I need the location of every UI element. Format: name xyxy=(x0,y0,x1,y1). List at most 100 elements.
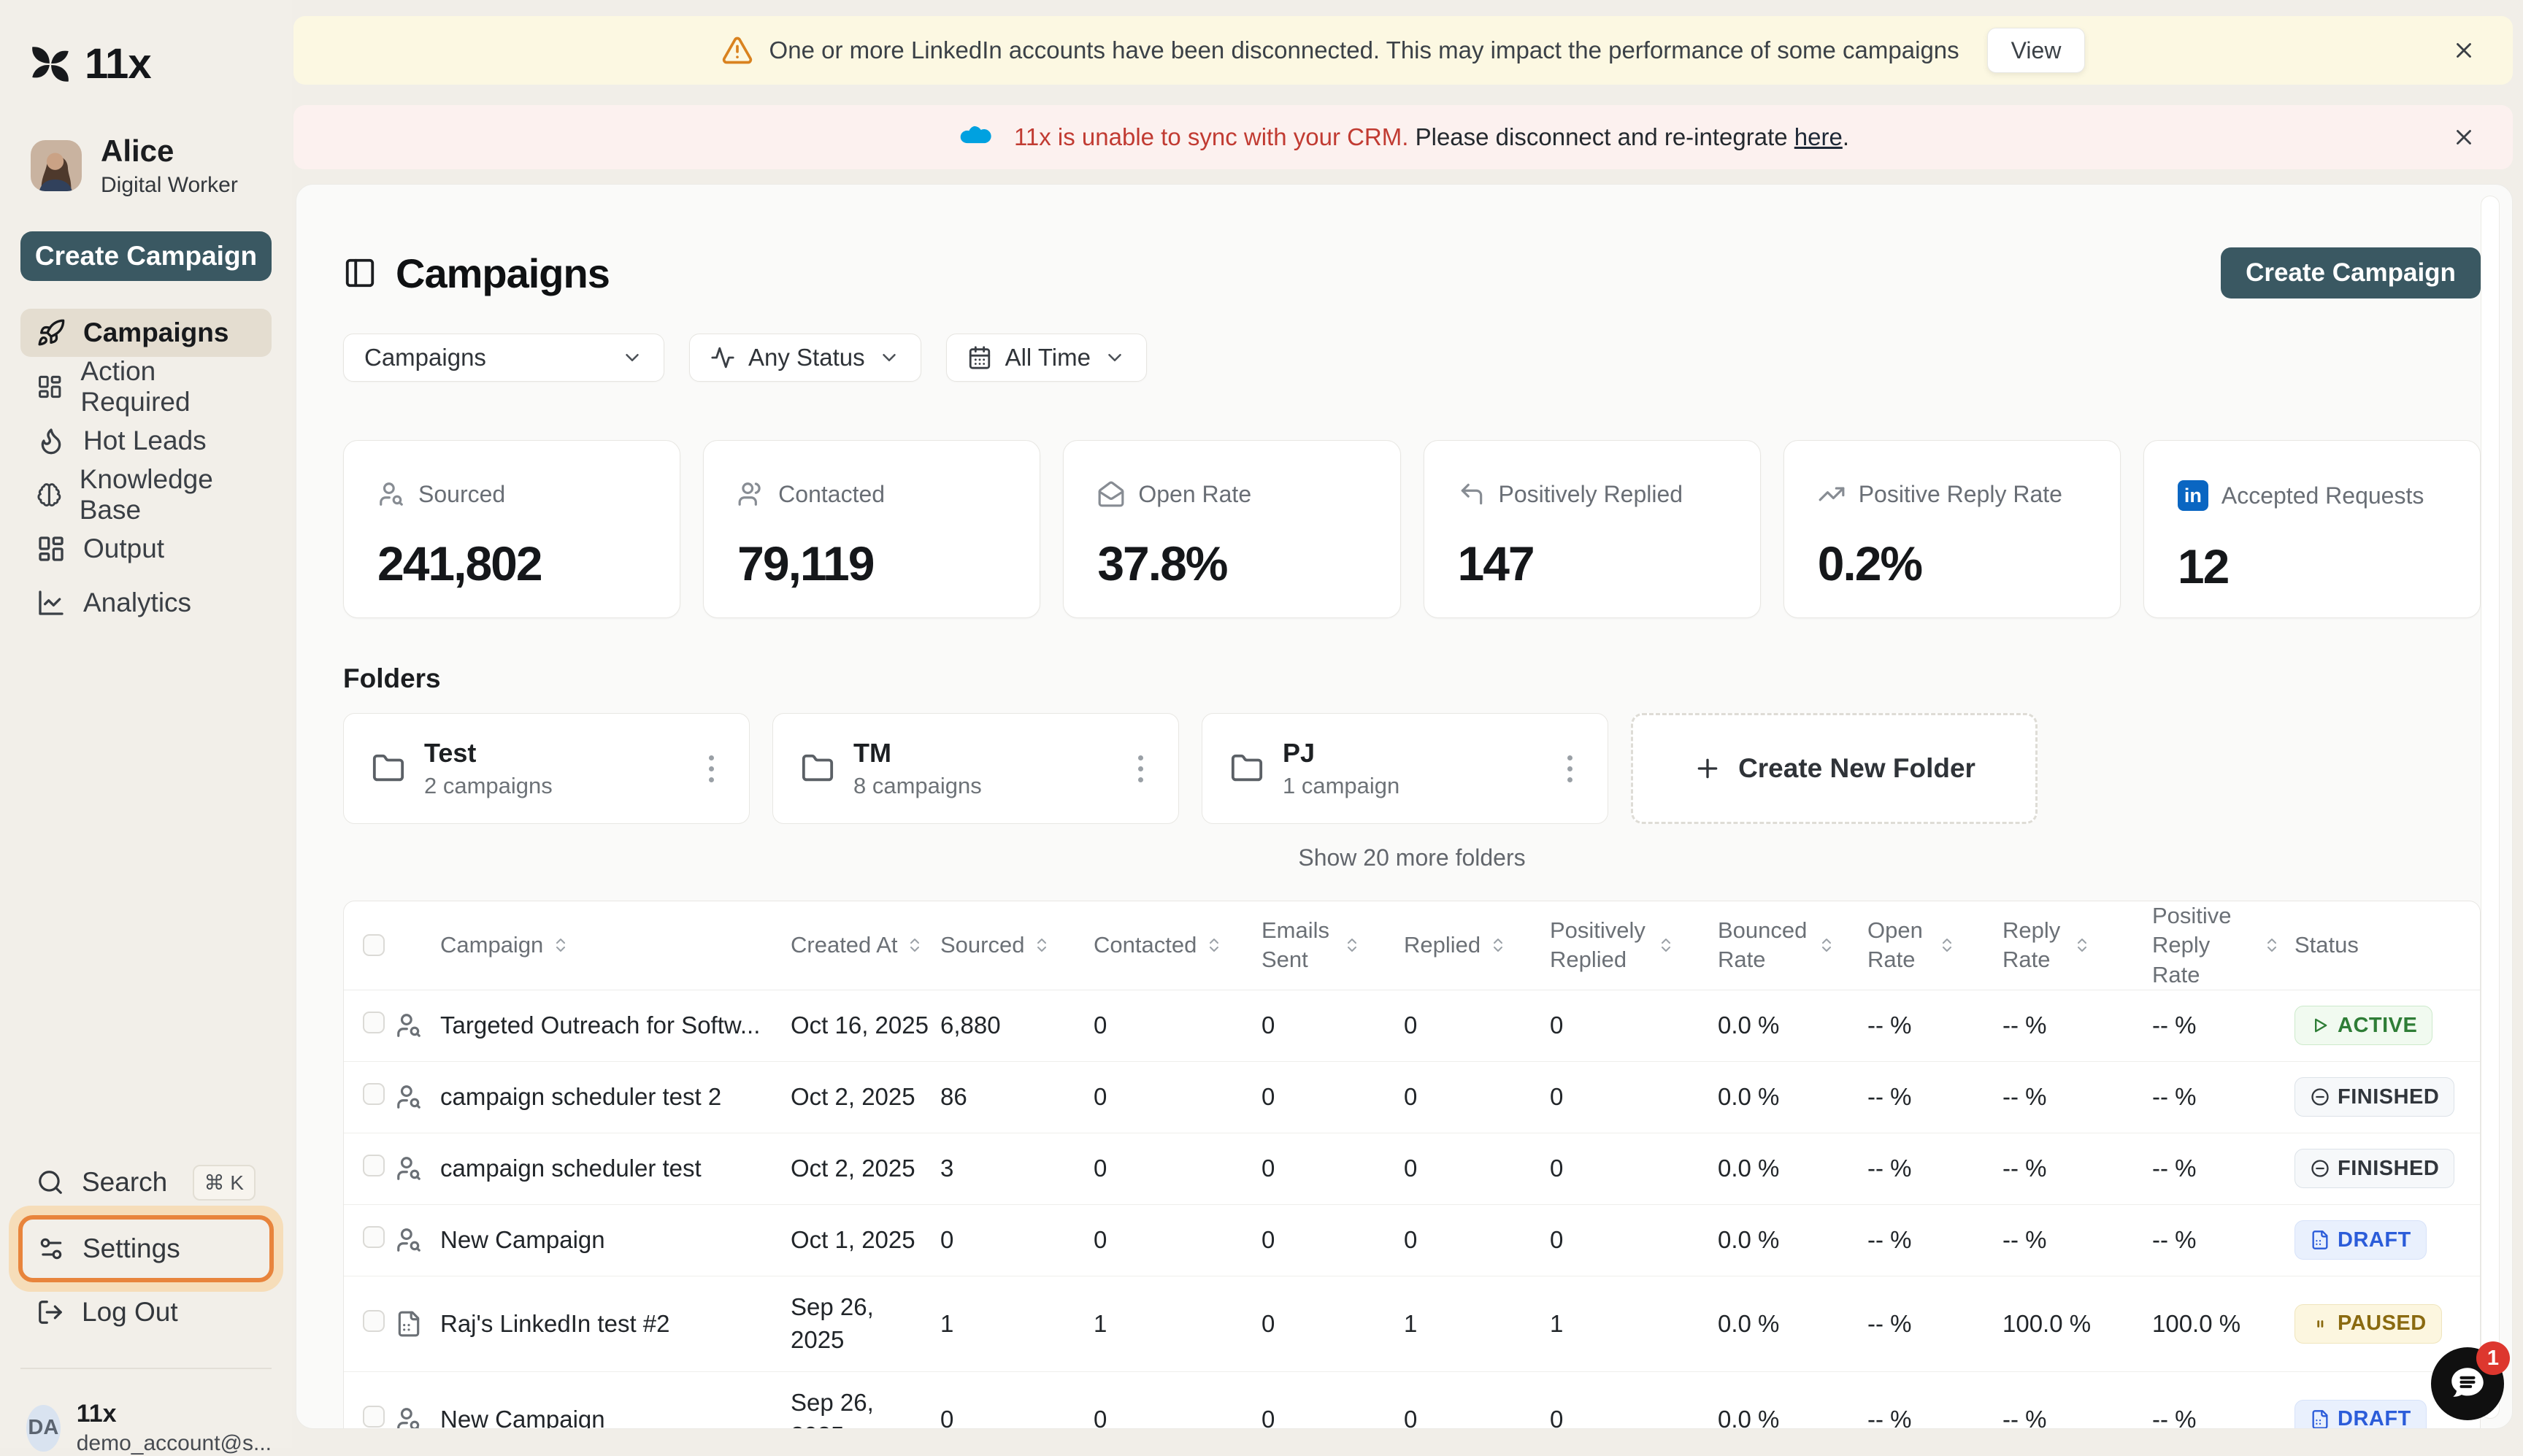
bounced-rate-value: 0.0 % xyxy=(1718,1310,1867,1338)
row-checkbox[interactable] xyxy=(363,1155,385,1176)
column-header[interactable]: Created At xyxy=(791,931,940,960)
column-header[interactable]: Positive Reply Rate xyxy=(2152,901,2294,990)
open-rate-value: -- % xyxy=(1867,1226,2002,1254)
status-badge: FINISHED xyxy=(2294,1077,2454,1117)
campaign-name[interactable]: campaign scheduler test 2 xyxy=(440,1083,791,1111)
table-row[interactable]: New Campaign Oct 1, 2025 0 0 0 0 0 0.0 %… xyxy=(344,1205,2480,1276)
contacted-value: 0 xyxy=(1094,1226,1262,1254)
campaign-name[interactable]: New Campaign xyxy=(440,1226,791,1254)
create-campaign-button-sidebar[interactable]: Create Campaign xyxy=(20,231,272,281)
campaign-name[interactable]: Raj's LinkedIn test #2 xyxy=(440,1310,791,1338)
sort-icon[interactable] xyxy=(1343,936,1361,954)
sort-icon[interactable] xyxy=(1657,936,1675,954)
folder-icon xyxy=(372,752,405,785)
select-all-checkbox[interactable] xyxy=(363,934,385,956)
campaigns-page: Campaigns Create Campaign Campaigns Any … xyxy=(296,184,2513,1429)
column-header[interactable]: Replied xyxy=(1404,931,1550,960)
time-filter-dropdown[interactable]: All Time xyxy=(946,334,1147,382)
chat-widget-button[interactable]: 1 xyxy=(2431,1347,2504,1420)
sort-icon[interactable] xyxy=(1489,936,1507,954)
close-icon[interactable] xyxy=(2451,125,2476,150)
created-at: Sep 26, 2025 xyxy=(791,1291,884,1356)
open-rate-value: -- % xyxy=(1867,1155,2002,1182)
status-filter-dropdown[interactable]: Any Status xyxy=(689,334,921,382)
logout-button[interactable]: Log Out xyxy=(20,1292,272,1333)
campaign-name[interactable]: Targeted Outreach for Softw... xyxy=(440,1012,791,1039)
column-header[interactable]: Campaign xyxy=(440,931,791,960)
sort-icon[interactable] xyxy=(1205,936,1223,954)
mail-open-icon xyxy=(1097,480,1125,508)
folder-menu-icon[interactable] xyxy=(702,748,721,790)
table-row[interactable]: Targeted Outreach for Softw... Oct 16, 2… xyxy=(344,990,2480,1062)
row-checkbox[interactable] xyxy=(363,1012,385,1033)
scrollbar[interactable] xyxy=(2481,196,2500,1419)
folder-card-test[interactable]: Test2 campaigns xyxy=(343,713,750,824)
table-row[interactable]: campaign scheduler test 2 Oct 2, 2025 86… xyxy=(344,1062,2480,1133)
folder-menu-icon[interactable] xyxy=(1560,748,1580,790)
activity-icon xyxy=(710,345,735,370)
create-new-folder-button[interactable]: Create New Folder xyxy=(1631,713,2038,824)
folders-row: Test2 campaigns TM8 campaigns PJ1 campai… xyxy=(343,713,2481,824)
chevron-down-icon xyxy=(878,347,900,369)
sidebar-nav: Campaigns Action Required Hot Leads Know… xyxy=(20,309,272,627)
sort-icon[interactable] xyxy=(2073,936,2091,954)
folder-card-pj[interactable]: PJ1 campaign xyxy=(1202,713,1608,824)
crm-here-link[interactable]: here xyxy=(1794,123,1843,150)
panel-left-icon[interactable] xyxy=(343,256,377,290)
reply-rate-value: 100.0 % xyxy=(2002,1310,2152,1338)
column-header[interactable]: Sourced xyxy=(940,931,1094,960)
column-header[interactable]: Open Rate xyxy=(1867,916,2002,975)
column-header[interactable] xyxy=(344,934,395,956)
table-row[interactable]: Raj's LinkedIn test #2 Sep 26, 2025 1 1 … xyxy=(344,1276,2480,1372)
row-checkbox[interactable] xyxy=(363,1083,385,1105)
avatar xyxy=(31,140,82,191)
sort-icon[interactable] xyxy=(552,936,569,954)
create-campaign-button[interactable]: Create Campaign xyxy=(2221,247,2481,298)
sort-icon[interactable] xyxy=(1033,936,1051,954)
sidebar-item-hot-leads[interactable]: Hot Leads xyxy=(20,417,272,465)
column-header[interactable]: Status xyxy=(2294,931,2484,960)
row-checkbox[interactable] xyxy=(363,1310,385,1332)
replied-value: 0 xyxy=(1404,1083,1550,1111)
column-header[interactable]: Bounced Rate xyxy=(1718,916,1867,975)
campaign-name[interactable]: campaign scheduler test xyxy=(440,1155,791,1182)
show-more-folders-button[interactable]: Show 20 more folders xyxy=(343,844,2481,871)
linkedin-icon: in xyxy=(2178,480,2208,511)
search-button[interactable]: Search ⌘ K xyxy=(20,1162,272,1203)
minus-circle-icon xyxy=(2310,1087,2330,1107)
sort-icon[interactable] xyxy=(2263,936,2281,954)
stat-value: 37.8% xyxy=(1097,536,1366,591)
column-header[interactable]: Contacted xyxy=(1094,931,1262,960)
chevron-down-icon xyxy=(1104,347,1126,369)
sort-icon[interactable] xyxy=(1818,936,1835,954)
sidebar-item-analytics[interactable]: Analytics xyxy=(20,579,272,627)
column-header[interactable]: Positively Replied xyxy=(1550,916,1718,975)
view-button[interactable]: View xyxy=(1987,28,2086,73)
stat-card-positive-reply-rate: Positive Reply Rate 0.2% xyxy=(1783,440,2121,618)
sort-icon[interactable] xyxy=(1938,936,1956,954)
sidebar-item-action-required[interactable]: Action Required xyxy=(20,363,272,411)
settings-button[interactable]: Settings xyxy=(18,1215,274,1282)
column-header[interactable]: Emails Sent xyxy=(1262,916,1404,975)
sidebar-item-knowledge-base[interactable]: Knowledge Base xyxy=(20,471,272,519)
pause-icon xyxy=(2310,1314,2330,1334)
sort-icon[interactable] xyxy=(906,936,923,954)
account-switcher[interactable]: DA 11x demo_account@s... xyxy=(20,1400,272,1456)
table-row[interactable]: New Campaign Sep 26, 2025 0 0 0 0 0 0.0 … xyxy=(344,1372,2480,1429)
created-at: Oct 1, 2025 xyxy=(791,1224,915,1257)
campaign-name[interactable]: New Campaign xyxy=(440,1406,791,1429)
row-checkbox[interactable] xyxy=(363,1226,385,1248)
campaigns-filter-dropdown[interactable]: Campaigns xyxy=(343,334,664,382)
table-row[interactable]: campaign scheduler test Oct 2, 2025 3 0 … xyxy=(344,1133,2480,1205)
close-icon[interactable] xyxy=(2451,38,2476,63)
positively-replied-value: 1 xyxy=(1550,1310,1718,1338)
folder-card-tm[interactable]: TM8 campaigns xyxy=(772,713,1179,824)
minus-circle-icon xyxy=(2310,1158,2330,1179)
column-header[interactable]: Reply Rate xyxy=(2002,916,2152,975)
row-checkbox[interactable] xyxy=(363,1406,385,1428)
contacted-value: 0 xyxy=(1094,1012,1262,1039)
folder-menu-icon[interactable] xyxy=(1131,748,1151,790)
sidebar-item-campaigns[interactable]: Campaigns xyxy=(20,309,272,357)
stat-value: 79,119 xyxy=(737,536,1006,591)
sidebar-item-output[interactable]: Output xyxy=(20,525,272,573)
